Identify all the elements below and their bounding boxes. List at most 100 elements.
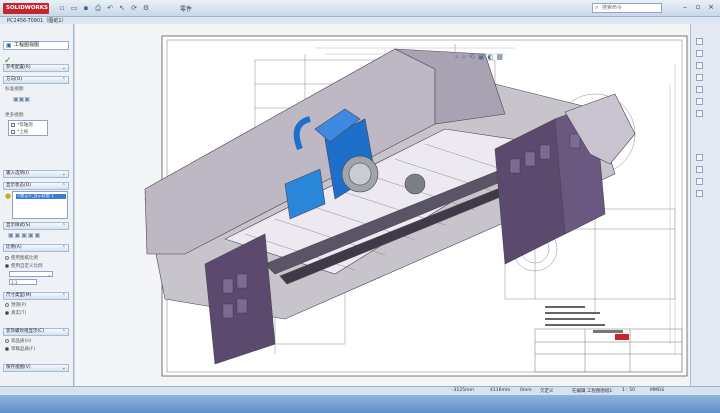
heads-up-view-toolbar[interactable]: ⌕⌕⟲▣◐▦ xyxy=(455,53,506,62)
sketch-tool-icon[interactable] xyxy=(696,166,703,173)
dimension-option-projected[interactable]: 预测(P) xyxy=(5,302,26,308)
group-save-view[interactable]: 保存视图(V) ⌄ xyxy=(3,364,69,372)
undo-icon[interactable]: ↶ xyxy=(106,4,114,12)
document-tab-bar: PC2456-T0901（图纸1） xyxy=(0,17,720,24)
group-title: 装饰螺纹线显示(C) xyxy=(6,329,45,334)
search-icon: ⌕ xyxy=(595,4,599,11)
graphics-area[interactable]: ⌕⌕⟲▣◐▦ xyxy=(75,24,690,386)
new-file-icon[interactable]: ▫ xyxy=(58,4,66,12)
close-button[interactable]: × xyxy=(706,3,716,12)
solidworks-window: SOLIDWORKS ▫ ▭ ▪ ⎙ ↶ ↖ ⟳ ⚙ 零件 ⌕ 搜索命令 – ▫… xyxy=(0,0,720,413)
definition-state: 欠定义 xyxy=(540,389,554,394)
forum-icon[interactable] xyxy=(696,110,703,117)
file-explorer-icon[interactable] xyxy=(696,62,703,69)
scale-option-custom[interactable]: 使用自定义比例 xyxy=(5,263,43,269)
chevron-down-icon: ⌄ xyxy=(61,65,66,71)
document-tab[interactable]: PC2456-T0901（图纸1） xyxy=(7,17,67,24)
window-title: 零件 xyxy=(180,6,193,13)
app-logo[interactable]: SOLIDWORKS xyxy=(3,3,49,14)
os-taskbar xyxy=(0,395,720,413)
standard-view-buttons[interactable]: ▣▣▣ xyxy=(13,96,30,103)
property-manager-label: 工程图视图 xyxy=(14,42,40,48)
print-icon[interactable]: ⎙ xyxy=(94,4,102,12)
scale-dropdown[interactable]: ⌄ xyxy=(9,271,53,277)
scale-option-sheet[interactable]: 使用图纸比例 xyxy=(5,255,38,261)
status-bar: -3125mm 4116mm 0mm 欠定义 在编辑 工程图图纸1 1 : 50… xyxy=(0,386,720,395)
coord-z: 0mm xyxy=(520,388,532,393)
view-option-top[interactable]: *上视 xyxy=(11,129,28,135)
display-state-icon: ● xyxy=(5,192,12,200)
edit-context: 在编辑 工程图图纸1 xyxy=(572,389,613,394)
scale-value-input[interactable]: 1:1 xyxy=(9,279,37,285)
more-views-label: 更多视图: xyxy=(5,113,25,118)
unit-system[interactable]: MMGS xyxy=(650,388,664,393)
group-import-options[interactable]: 输入选项(I) ⌄ xyxy=(3,170,69,178)
options-icon[interactable]: ⚙ xyxy=(142,4,150,12)
display-state-list[interactable]: <默认>_显示状态 1 xyxy=(12,191,68,219)
chevron-up-icon: ⌃ xyxy=(61,329,66,335)
scale-body: 使用图纸比例 使用自定义比例 ⌄ 1:1 xyxy=(5,255,67,287)
group-display-state[interactable]: 显示状态(D) ⌃ xyxy=(3,182,69,190)
title-bar: SOLIDWORKS ▫ ▭ ▪ ⎙ ↶ ↖ ⟳ ⚙ 零件 ⌕ 搜索命令 – ▫… xyxy=(0,0,720,17)
group-title: 显示状态(D) xyxy=(6,183,31,188)
display-style-buttons[interactable]: ▣▣▣▣▣ xyxy=(8,232,41,239)
home-icon[interactable] xyxy=(696,38,703,45)
sheet-scale[interactable]: 1 : 50 xyxy=(622,388,635,393)
design-library-icon[interactable] xyxy=(696,50,703,57)
table-tool-icon[interactable] xyxy=(696,190,703,197)
group-cosmetic-thread[interactable]: 装饰螺纹线显示(C) ⌃ xyxy=(3,328,69,336)
group-title: 保存视图(V) xyxy=(6,365,31,370)
group-display-style[interactable]: 显示样式(S) ⌃ xyxy=(3,222,69,230)
dimension-option-true[interactable]: 真实(T) xyxy=(5,310,26,316)
group-title: 比例(A) xyxy=(6,245,22,250)
cosmetic-thread-body: 高品质(H) 草稿品质(F) xyxy=(5,338,67,358)
group-orientation[interactable]: 方向(O) ⌃ xyxy=(3,76,69,84)
maximize-button[interactable]: ▫ xyxy=(693,3,703,12)
coord-x: -3125mm xyxy=(452,388,474,393)
open-file-icon[interactable]: ▭ xyxy=(70,4,78,12)
view-option-isometric[interactable]: *等轴测 xyxy=(11,122,33,128)
save-icon[interactable]: ▪ xyxy=(82,4,90,12)
annotation-tool-icon[interactable] xyxy=(696,154,703,161)
thread-option-draft[interactable]: 草稿品质(F) xyxy=(5,346,35,352)
appearances-icon[interactable] xyxy=(696,86,703,93)
chevron-up-icon: ⌃ xyxy=(61,223,66,229)
custom-properties-icon[interactable] xyxy=(696,98,703,105)
chevron-up-icon: ⌃ xyxy=(61,183,66,189)
select-icon[interactable]: ↖ xyxy=(118,4,126,12)
search-commands-input[interactable]: ⌕ 搜索命令 xyxy=(592,3,662,13)
chevron-up-icon: ⌃ xyxy=(61,77,66,83)
thread-option-high[interactable]: 高品质(H) xyxy=(5,338,31,344)
view-palette-icon[interactable] xyxy=(696,74,703,81)
group-scale[interactable]: 比例(A) ⌃ xyxy=(3,244,69,252)
rebuild-icon[interactable]: ⟳ xyxy=(130,4,138,12)
minimize-button[interactable]: – xyxy=(680,3,690,12)
group-reference-config[interactable]: 参考配置(R) ⌄ xyxy=(3,64,69,72)
dimension-tool-icon[interactable] xyxy=(696,178,703,185)
group-title: 显示样式(S) xyxy=(6,223,31,228)
standard-views-label: 标准视图: xyxy=(5,87,25,92)
group-title: 参考配置(R) xyxy=(6,65,31,70)
drawing-sheet-svg xyxy=(144,35,688,377)
coord-y: 4116mm xyxy=(490,388,511,393)
chevron-down-icon: ⌄ xyxy=(61,365,66,371)
property-manager-title: ▣ 工程图视图 xyxy=(3,41,69,50)
dimension-type-body: 预测(P) 真实(T) xyxy=(5,302,67,322)
chevron-up-icon: ⌃ xyxy=(61,293,66,299)
tailstock xyxy=(404,173,426,195)
drawing-view-icon: ▣ xyxy=(6,42,12,49)
chevron-down-icon: ⌄ xyxy=(61,171,66,177)
group-title: 输入选项(I) xyxy=(6,171,29,176)
chevron-down-icon: ⌄ xyxy=(47,272,51,277)
drawing-number xyxy=(593,330,623,333)
group-title: 尺寸类型(M) xyxy=(6,293,32,298)
orientation-body: 标准视图: ▣▣▣ 更多视图: *等轴测 *上视 xyxy=(5,86,67,166)
property-manager: ▣ 工程图视图 ✓ 参考配置(R) ⌄ 方向(O) ⌃ 标准视图: ▣▣▣ 更多视图… xyxy=(0,24,74,394)
task-pane-tabs xyxy=(690,24,720,386)
group-dimension-type[interactable]: 尺寸类型(M) ⌃ xyxy=(3,292,69,300)
more-views-list[interactable]: *等轴测 *上视 xyxy=(8,120,48,136)
title-block-logo xyxy=(615,334,629,340)
chevron-up-icon: ⌃ xyxy=(61,245,66,251)
search-placeholder: 搜索命令 xyxy=(602,5,623,11)
display-state-text: <默认>_显示状态 1 xyxy=(17,193,54,198)
